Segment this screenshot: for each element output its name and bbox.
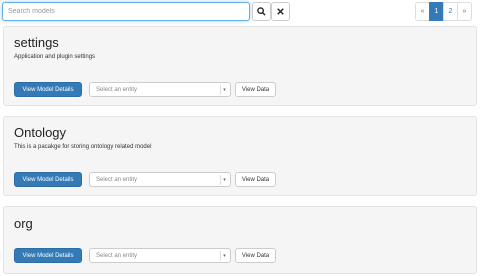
close-icon (277, 8, 284, 15)
model-card-org: org View Model Details Select an entity … (3, 206, 477, 274)
model-card-settings: settings Application and plugin settings… (3, 26, 477, 106)
entity-select-placeholder: Select an entity (96, 252, 138, 259)
model-title: org (14, 216, 33, 231)
entity-select-placeholder: Select an entity (96, 176, 138, 183)
view-model-details-button[interactable]: View Model Details (14, 172, 82, 187)
model-description: Application and plugin settings (14, 54, 96, 60)
entity-select[interactable]: Select an entity ▾ (89, 82, 231, 97)
pagination-page-1[interactable]: 1 (429, 2, 444, 21)
model-title: settings (14, 35, 59, 50)
caret-down-icon: ▾ (220, 85, 228, 95)
view-data-button[interactable]: View Data (235, 248, 276, 263)
pagination-next[interactable]: » (457, 2, 472, 21)
toolbar: « 1 2 » (0, 0, 480, 24)
search-icon (257, 7, 266, 16)
clear-search-button[interactable] (271, 2, 290, 21)
view-model-details-button[interactable]: View Model Details (14, 82, 82, 97)
entity-select[interactable]: Select an entity ▾ (89, 172, 231, 187)
model-title: Ontology (14, 125, 67, 140)
search-input[interactable] (2, 2, 250, 21)
view-data-button[interactable]: View Data (235, 82, 276, 97)
pagination-page-2[interactable]: 2 (443, 2, 458, 21)
model-description: This is a pacakge for storing ontology r… (14, 144, 152, 150)
entity-select-placeholder: Select an entity (96, 86, 138, 93)
model-card-ontology: Ontology This is a pacakge for storing o… (3, 116, 477, 196)
view-model-details-button[interactable]: View Model Details (14, 248, 82, 263)
entity-select[interactable]: Select an entity ▾ (89, 248, 231, 263)
caret-down-icon: ▾ (220, 175, 228, 185)
view-data-button[interactable]: View Data (235, 172, 276, 187)
caret-down-icon: ▾ (220, 251, 228, 261)
pagination-prev[interactable]: « (415, 2, 430, 21)
search-button[interactable] (252, 2, 271, 21)
pagination: « 1 2 » (415, 2, 472, 21)
